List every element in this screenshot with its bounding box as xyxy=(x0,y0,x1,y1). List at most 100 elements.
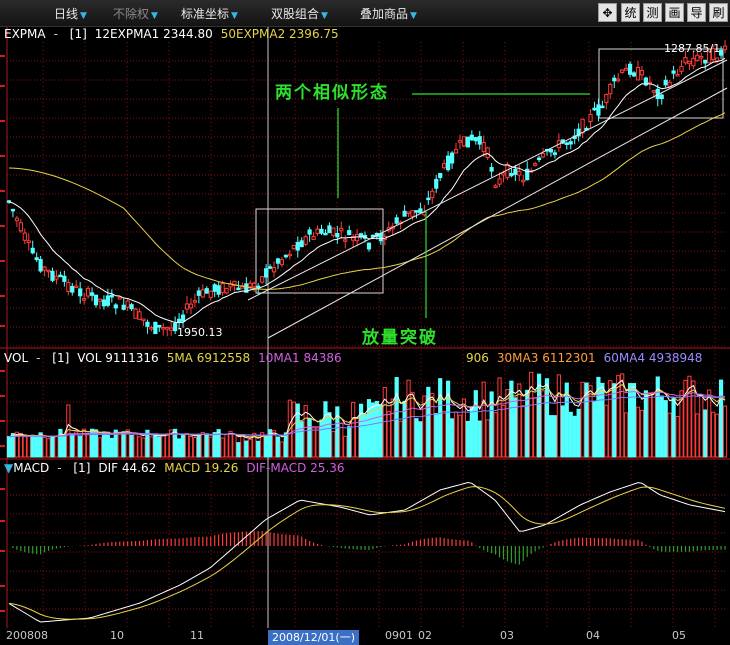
volume-bar xyxy=(386,411,391,458)
candle-body xyxy=(687,60,692,65)
volume-bar xyxy=(78,435,83,458)
annotation-breakout: 放量突破 xyxy=(362,328,438,348)
date-tick: 10 xyxy=(110,629,124,642)
volume-bar xyxy=(74,431,79,458)
volume-bar xyxy=(240,433,245,458)
volume-bar xyxy=(315,427,320,458)
volume-bar xyxy=(220,437,225,458)
menu-label: 日线 xyxy=(54,7,79,21)
price-indicator-name[interactable]: EXPMA xyxy=(4,27,46,41)
toolbar-button-2[interactable]: 画 xyxy=(665,3,684,22)
volume-bar xyxy=(453,411,459,458)
candle-body xyxy=(722,45,728,50)
move-icon[interactable]: ✥ xyxy=(598,3,617,22)
volume-bar xyxy=(101,431,107,458)
date-tick: 200808 xyxy=(6,629,48,642)
candle-body xyxy=(196,290,201,296)
volume-bar xyxy=(540,390,546,458)
candle-body xyxy=(426,197,431,201)
candle-body xyxy=(133,308,138,319)
dropdown-arrow-icon: ▼ xyxy=(410,11,417,21)
candle-body xyxy=(42,266,47,271)
toolbar-button-4[interactable]: 刷 xyxy=(709,3,728,22)
candle-body xyxy=(438,173,443,179)
volume-bar xyxy=(224,433,229,458)
candle-body xyxy=(184,303,190,310)
candle-body xyxy=(307,229,312,235)
volume-bar xyxy=(608,380,613,458)
volume-bar xyxy=(647,392,652,458)
axis-tick xyxy=(0,225,5,227)
candle-body xyxy=(252,282,257,288)
volume-bar xyxy=(576,408,581,458)
volume-bar xyxy=(196,433,201,458)
volume-bar xyxy=(398,420,403,458)
toolbar-button-3[interactable]: 导 xyxy=(687,3,706,22)
macd-indicator-name[interactable]: MACD xyxy=(13,461,49,475)
candle-body xyxy=(568,141,573,145)
candle-body xyxy=(208,290,213,298)
volume-bar xyxy=(18,433,23,458)
menu-4[interactable]: 叠加商品 ▼ xyxy=(360,5,417,22)
volume-bar xyxy=(707,389,712,458)
candle-body xyxy=(58,274,63,278)
menu-0[interactable]: 日线 ▼ xyxy=(54,5,87,22)
volume-bar xyxy=(485,419,490,458)
candle-body xyxy=(406,211,411,215)
volume-bar xyxy=(232,434,237,458)
candle-body xyxy=(461,136,467,147)
toolbar-button-0[interactable]: 统 xyxy=(621,3,640,22)
candle-body xyxy=(121,304,126,310)
candle-body xyxy=(101,299,107,307)
dropdown-arrow-icon: ▼ xyxy=(231,11,238,21)
candle-body xyxy=(703,59,708,64)
candle-body xyxy=(639,70,645,76)
candle-body xyxy=(204,288,209,294)
volume-bar xyxy=(442,410,447,458)
volume-bar xyxy=(188,436,194,458)
menu-1[interactable]: 不除权 ▼ xyxy=(113,5,158,22)
price-indicator-bar: EXPMA - [1] 12EXPMA1 2344.80 50EXPMA2 2396.… xyxy=(4,27,339,41)
volume-bar xyxy=(378,404,383,458)
volume-bar xyxy=(192,437,198,458)
candle-body xyxy=(473,137,478,142)
candle-body xyxy=(180,314,186,322)
candle-body xyxy=(137,311,142,320)
menu-2[interactable]: 标准坐标 ▼ xyxy=(181,5,238,22)
candle-body xyxy=(624,67,629,71)
toolbar-button-1[interactable]: 测 xyxy=(643,3,662,22)
volume-bar xyxy=(457,414,463,458)
volume-bar xyxy=(711,411,716,458)
volume-indicator-name[interactable]: VOL xyxy=(4,351,28,365)
candle-body xyxy=(635,66,641,81)
volume-bar xyxy=(228,430,233,458)
volume-bar xyxy=(643,390,649,458)
volume-bar xyxy=(307,418,312,458)
volume-bar xyxy=(137,436,142,458)
volume-bar xyxy=(283,432,289,458)
volume-bar xyxy=(394,377,399,458)
candle-body xyxy=(66,282,71,292)
candle-body xyxy=(477,136,482,145)
candle-body xyxy=(604,94,609,104)
candle-body xyxy=(188,303,194,309)
volume-bar xyxy=(481,381,486,458)
candle-body xyxy=(14,217,19,222)
candle-body xyxy=(457,140,463,143)
volume-bar xyxy=(26,436,31,458)
candle-body xyxy=(449,152,455,164)
collapse-icon[interactable]: ▼ xyxy=(4,461,13,475)
volume-bar xyxy=(121,431,126,458)
cursor-date-label: 2008/12/01(一) xyxy=(268,630,359,645)
volume-bar xyxy=(62,434,67,458)
menu-3[interactable]: 双股组合 ▼ xyxy=(271,5,328,22)
candle-body xyxy=(620,69,625,73)
candle-body xyxy=(608,83,613,95)
volume-bar xyxy=(449,418,455,458)
volume-bar xyxy=(42,437,47,458)
volume-bar xyxy=(248,438,253,458)
candle-body xyxy=(536,157,542,161)
volume-bar xyxy=(667,412,672,458)
macd-indicator-bar: ▼MACD - [1] DIF 44.62 MACD 19.26 DIF-MACD 25… xyxy=(4,461,345,475)
volume-bar xyxy=(718,379,724,458)
